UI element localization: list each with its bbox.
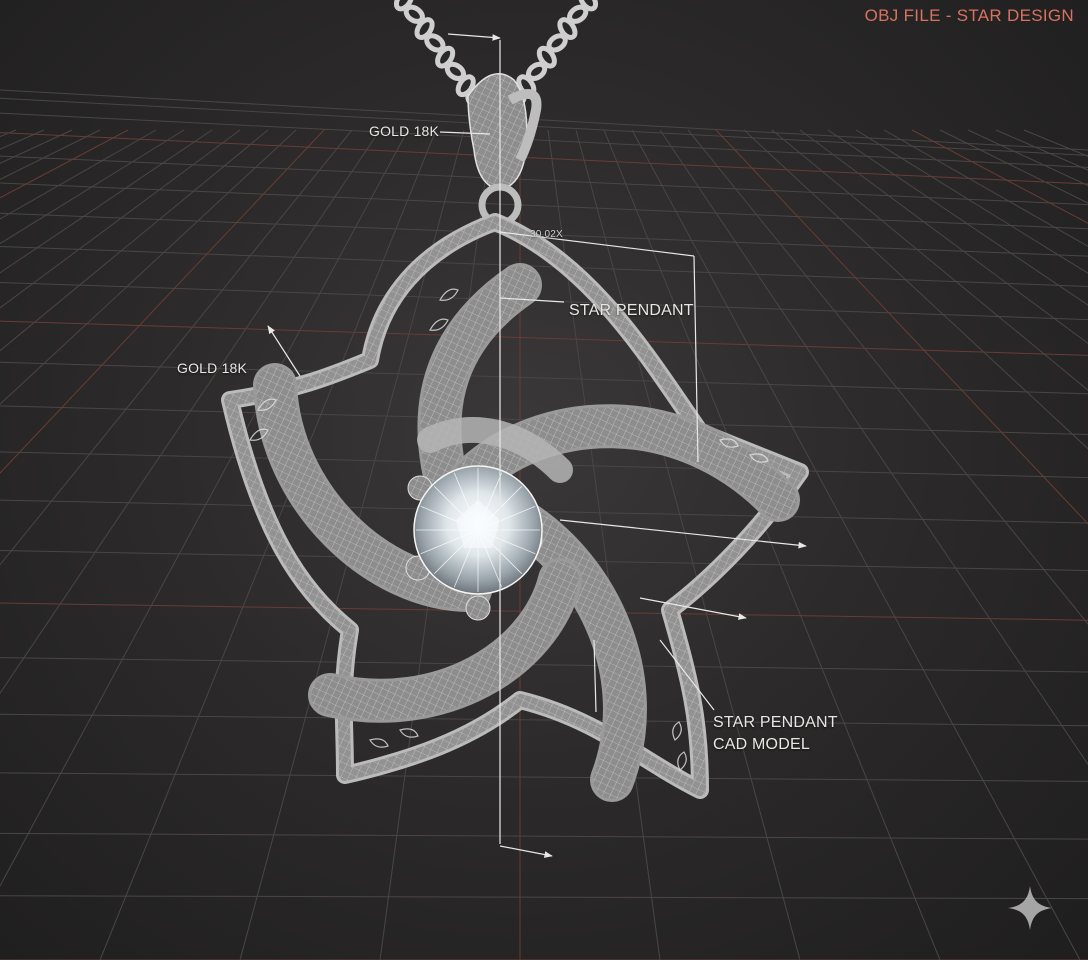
label-star-pendant: STAR PENDANT xyxy=(569,302,694,319)
grid-line xyxy=(0,129,241,309)
grid-line xyxy=(0,89,1088,151)
grid-line xyxy=(0,129,45,150)
grid-line xyxy=(603,129,941,960)
sparkle-star-icon xyxy=(1008,886,1052,930)
grid-line xyxy=(0,320,1088,356)
grid-line xyxy=(0,772,1088,782)
label-gold-18k-bail: GOLD 18K xyxy=(369,123,440,139)
bail xyxy=(467,73,542,227)
grid-line xyxy=(575,129,801,960)
grid-line xyxy=(0,129,157,220)
cad-viewport[interactable]: OBJ FILE - STAR DESIGN GOLD 18K GOLD 18K… xyxy=(0,0,1088,960)
grid-line xyxy=(0,129,129,199)
grid-line xyxy=(0,129,17,138)
grid-line xyxy=(939,129,1088,204)
grid-line xyxy=(0,129,353,566)
label-cad-model-line1: STAR PENDANT xyxy=(713,714,838,731)
label-cad-model: STAR PENDANT CAD MODEL xyxy=(713,712,838,756)
grid-line xyxy=(0,129,73,164)
file-title: OBJ FILE - STAR DESIGN xyxy=(864,6,1074,25)
label-cad-model-line2: CAD MODEL xyxy=(713,736,810,753)
grid-line xyxy=(967,129,1088,187)
grid-line xyxy=(0,657,1088,673)
label-gold-18k-frame: GOLD 18K xyxy=(177,360,248,376)
grid-line xyxy=(0,129,213,274)
label-dimension: 30.02X xyxy=(530,229,563,240)
grid-line xyxy=(0,895,1088,900)
grid-line xyxy=(911,129,1088,224)
grid-line xyxy=(0,129,101,180)
grid-line xyxy=(0,97,1088,156)
scene-3d xyxy=(0,0,1088,960)
grid-line xyxy=(0,832,1088,840)
grid-line xyxy=(0,361,1088,395)
